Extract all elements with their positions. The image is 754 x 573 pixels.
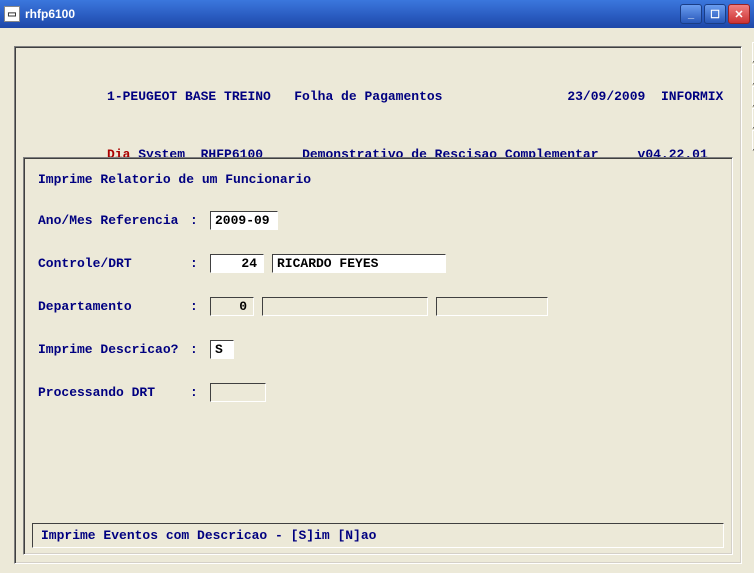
minimize-button[interactable]: _ [680, 4, 702, 24]
status-bar: Imprime Eventos com Descricao - [S]im [N… [32, 523, 724, 548]
colon: : [190, 342, 210, 357]
display-departamento-2 [436, 297, 548, 316]
input-imprime-desc[interactable]: S [210, 340, 234, 359]
colon: : [190, 213, 210, 228]
window-title: rhfp6100 [25, 7, 680, 21]
label-departamento: Departamento [38, 299, 190, 314]
header-db: INFORMIX [661, 89, 723, 104]
form-title: Imprime Relatorio de um Funcionario [38, 172, 718, 187]
label-imprime-desc: Imprime Descricao? [38, 342, 190, 357]
header-date: 23/09/2009 [567, 89, 645, 104]
row-anomes: Ano/Mes Referencia : 2009-09 [38, 211, 718, 230]
input-anomes[interactable]: 2009-09 [210, 211, 278, 230]
content-panel: 1-PEUGEOT BASE TREINO Folha de Pagamento… [14, 46, 742, 564]
header-company: 1-PEUGEOT BASE TREINO [107, 89, 271, 104]
colon: : [190, 256, 210, 271]
header-module: Folha de Pagamentos [294, 89, 442, 104]
titlebar: ▭ rhfp6100 _ ☐ ✕ [0, 0, 754, 28]
close-button[interactable]: ✕ [728, 4, 750, 24]
window-controls: _ ☐ ✕ [680, 4, 750, 24]
display-departamento-1 [262, 297, 428, 316]
input-controle-number[interactable]: 24 [210, 254, 264, 273]
colon: : [190, 385, 210, 400]
form-panel: Imprime Relatorio de um Funcionario Ano/… [23, 157, 733, 555]
label-processando: Processando DRT [38, 385, 190, 400]
row-departamento: Departamento : 0 [38, 297, 718, 316]
row-controle: Controle/DRT : 24 RICARDO FEYES [38, 254, 718, 273]
row-processando: Processando DRT : [38, 383, 718, 402]
label-anomes: Ano/Mes Referencia [38, 213, 190, 228]
app-icon: ▭ [4, 6, 20, 22]
display-processando [210, 383, 266, 402]
display-controle-name: RICARDO FEYES [272, 254, 446, 273]
row-imprime-desc: Imprime Descricao? : S [38, 340, 718, 359]
maximize-button[interactable]: ☐ [704, 4, 726, 24]
colon: : [190, 299, 210, 314]
label-controle: Controle/DRT [38, 256, 190, 271]
input-departamento-number[interactable]: 0 [210, 297, 254, 316]
